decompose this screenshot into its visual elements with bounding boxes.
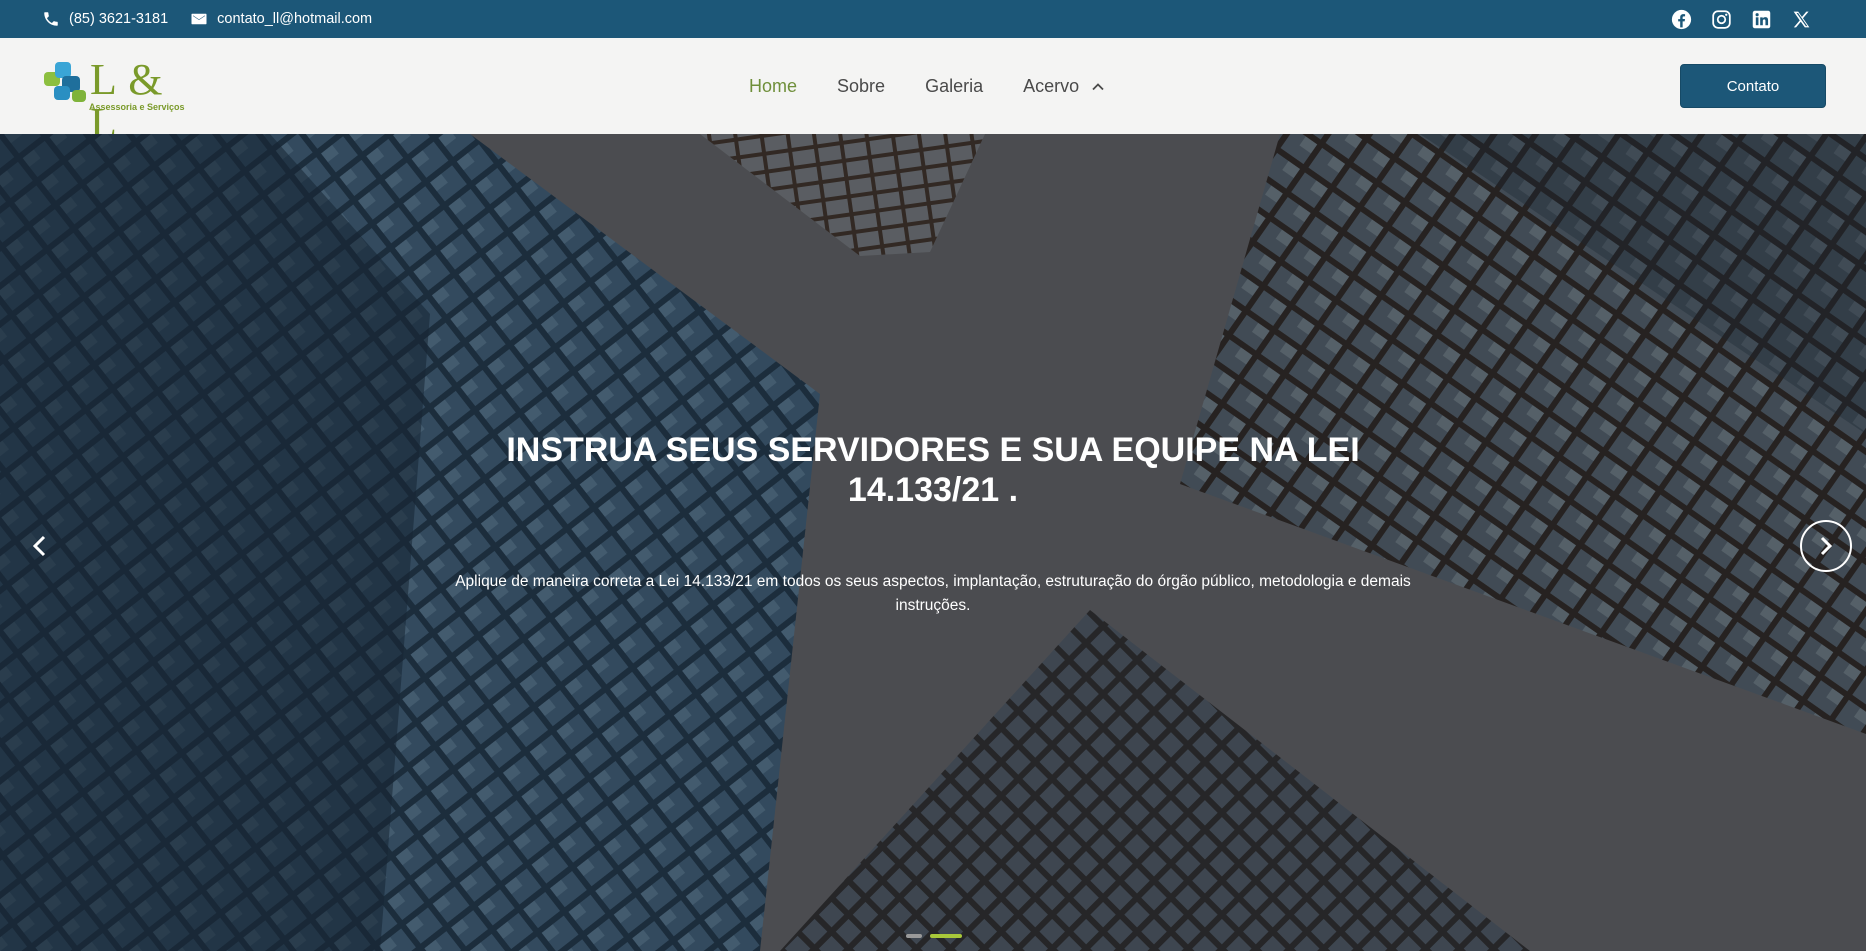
company-logo[interactable]: L & L Assessoria e Serviços xyxy=(42,56,192,146)
top-bar: (85) 3621-3181 contato_ll@hotmail.com xyxy=(0,0,1866,38)
instagram-icon[interactable] xyxy=(1711,9,1732,30)
nav-sobre[interactable]: Sobre xyxy=(837,76,885,97)
slider-prev-button[interactable] xyxy=(24,530,56,562)
slide-dot-1[interactable] xyxy=(906,934,922,938)
social-links xyxy=(1671,9,1812,30)
chevron-right-icon xyxy=(1820,536,1833,556)
slide-dot-2[interactable] xyxy=(930,934,962,938)
chevron-up-icon xyxy=(1092,82,1104,90)
slider-next-button[interactable] xyxy=(1800,520,1852,572)
facebook-icon[interactable] xyxy=(1671,9,1692,30)
hero-title: INSTRUA SEUS SERVIDORES E SUA EQUIPE NA … xyxy=(506,431,1360,509)
email-address: contato_ll@hotmail.com xyxy=(217,11,373,27)
contact-button[interactable]: Contato xyxy=(1680,64,1826,108)
nav-acervo[interactable]: Acervo xyxy=(1023,76,1105,97)
logo-puzzle-icon xyxy=(44,62,86,102)
x-twitter-icon[interactable] xyxy=(1791,9,1812,30)
slider-pagination xyxy=(906,934,962,938)
chevron-left-icon xyxy=(32,535,46,557)
mail-icon xyxy=(191,13,207,25)
main-nav: Home Sobre Galeria Acervo xyxy=(749,76,1105,97)
phone-icon xyxy=(44,12,58,26)
email-contact[interactable]: contato_ll@hotmail.com xyxy=(190,10,372,28)
nav-acervo-label: Acervo xyxy=(1023,76,1080,96)
logo-subtitle: Assessoria e Serviços xyxy=(89,102,185,112)
nav-home[interactable]: Home xyxy=(749,76,797,97)
hero-description: Aplique de maneira correta a Lei 14.133/… xyxy=(455,573,1411,614)
phone-number: (85) 3621-3181 xyxy=(69,11,169,27)
linkedin-icon[interactable] xyxy=(1751,9,1772,30)
hero-overlay xyxy=(0,134,1866,951)
site-header: L & L Assessoria e Serviços Home Sobre G… xyxy=(0,38,1866,146)
hero-slider: INSTRUA SEUS SERVIDORES E SUA EQUIPE NA … xyxy=(0,134,1866,951)
nav-galeria[interactable]: Galeria xyxy=(925,76,983,97)
phone-contact[interactable]: (85) 3621-3181 xyxy=(42,10,168,28)
